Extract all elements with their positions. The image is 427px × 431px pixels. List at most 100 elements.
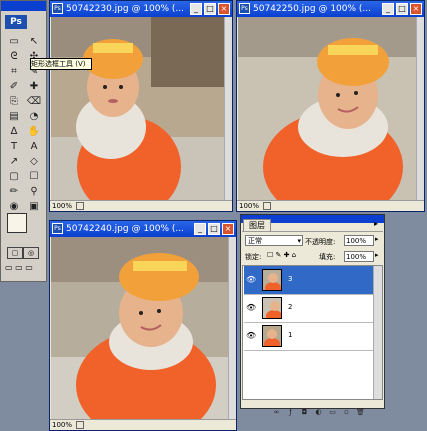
window-titlebar[interactable]: Ps 50742250.jpg @ 100% (... _ □ ×	[237, 1, 424, 17]
minimize-button[interactable]: _	[190, 3, 202, 15]
tool-icon[interactable]: ✋	[25, 125, 43, 139]
document-window-2: Ps 50742250.jpg @ 100% (... _ □ × 100%	[236, 0, 425, 212]
layer-name: 1	[288, 331, 293, 339]
maximize-button[interactable]: □	[204, 3, 216, 15]
eye-icon[interactable]: 👁	[246, 303, 256, 313]
tool-icon[interactable]: ↗	[5, 155, 23, 169]
tool-icon[interactable]: ∆	[5, 125, 23, 139]
delete-layer-icon[interactable]: 🗑	[355, 407, 366, 418]
window-titlebar[interactable]: Ps 50742230.jpg @ 100% (... _ □ ×	[50, 1, 232, 17]
window-titlebar[interactable]: Ps 50742240.jpg @ 100% (... _ □ ×	[50, 221, 236, 237]
layer-row-1[interactable]: 👁 1	[244, 322, 374, 351]
close-button[interactable]: ×	[410, 3, 422, 15]
fill-arrow-icon[interactable]: ▸	[375, 251, 379, 259]
screen-mode-icons[interactable]: ▭ ▭ ▭	[5, 263, 43, 273]
tool-icon[interactable]: ↖	[25, 35, 43, 49]
quickmask-mode-icon[interactable]: ◎	[23, 247, 39, 259]
layers-scrollbar[interactable]	[373, 266, 382, 399]
panel-bottom-toolbar: ∞ ƒ ◘ ◐ ▭ ▫ 🗑	[271, 399, 369, 418]
tool-icon[interactable]: ▣	[25, 200, 43, 214]
tool-icon[interactable]: A	[25, 140, 43, 154]
adjustment-layer-icon[interactable]: ◐	[313, 407, 324, 418]
document-icon: Ps	[239, 3, 250, 14]
tool-icon[interactable]: T	[5, 140, 23, 154]
layer-row-3[interactable]: 👁 3	[244, 266, 374, 295]
layers-panel: 图层 ▸ 正常 ▾ 不透明度: 100% ▸ 锁定: ☐ ✎ ✚ ⌂ 填充: 1…	[240, 214, 385, 416]
layer-thumbnail	[262, 325, 282, 347]
toolbox-titlebar[interactable]	[1, 1, 46, 11]
layer-style-icon[interactable]: ƒ	[285, 407, 296, 418]
window-title: 50742240.jpg @ 100% (...	[66, 224, 185, 234]
divider	[242, 231, 383, 232]
tool-icon[interactable]: ⌫	[25, 95, 43, 109]
doc-info-icon[interactable]	[263, 202, 272, 210]
lock-label: 锁定:	[245, 253, 262, 261]
document-icon: Ps	[52, 223, 63, 234]
document-icon: Ps	[52, 3, 63, 14]
status-bar: 100%	[50, 419, 236, 430]
zoom-level[interactable]: 100%	[52, 421, 72, 429]
doc-info-icon[interactable]	[76, 202, 85, 210]
document-canvas[interactable]	[51, 17, 225, 201]
layer-row-2[interactable]: 👁 2	[244, 294, 374, 323]
tool-icon[interactable]: ▢	[5, 170, 23, 184]
minimize-button[interactable]: _	[382, 3, 394, 15]
blend-mode-value: 正常	[248, 237, 262, 245]
eye-icon[interactable]: 👁	[246, 275, 256, 285]
tool-icon[interactable]: ◔	[25, 110, 43, 124]
fill-input[interactable]: 100%	[344, 251, 374, 262]
tool-icon[interactable]: ⎘	[5, 95, 23, 109]
link-layers-icon[interactable]: ∞	[271, 407, 282, 418]
document-window-3: Ps 50742240.jpg @ 100% (... _ □ × 100%	[49, 220, 237, 431]
opacity-input[interactable]: 100%	[344, 235, 374, 246]
minimize-button[interactable]: _	[194, 223, 206, 235]
new-group-icon[interactable]: ▭	[327, 407, 338, 418]
layer-mask-icon[interactable]: ◘	[299, 407, 310, 418]
vertical-scrollbar[interactable]	[228, 237, 236, 419]
ps-logo: Ps	[5, 15, 27, 29]
tool-icon[interactable]: ✚	[25, 80, 43, 94]
window-title: 50742230.jpg @ 100% (...	[66, 4, 185, 14]
panel-menu-icon[interactable]: ▸	[374, 219, 383, 228]
toolbox: Ps ▭ ↖ ᘓ ✣ ⌗ ✎ ✐ ✚ ⎘ ⌫ ▤ ◔ ∆ ✋ T A ↗ ◇ ▢ ☐ ✏ ⚲ ◉ ▣ ▢ ◎ ▭ ▭ ▭	[0, 0, 47, 282]
opacity-label: 不透明度:	[305, 238, 336, 246]
opacity-arrow-icon[interactable]: ▸	[375, 235, 379, 243]
close-button[interactable]: ×	[218, 3, 230, 15]
status-bar: 100%	[237, 200, 424, 211]
window-title: 50742250.jpg @ 100% (...	[253, 4, 372, 14]
vertical-scrollbar[interactable]	[416, 17, 424, 201]
vertical-scrollbar[interactable]	[224, 17, 232, 201]
close-button[interactable]: ×	[222, 223, 234, 235]
document-window-1: Ps 50742230.jpg @ 100% (... _ □ × 100%	[49, 0, 233, 212]
tool-icon[interactable]: ▭	[5, 35, 23, 49]
zoom-level[interactable]: 100%	[239, 202, 259, 210]
tool-icon[interactable]: ✐	[5, 80, 23, 94]
layer-thumbnail	[262, 297, 282, 319]
layer-thumbnail	[262, 269, 282, 291]
foreground-color-swatch[interactable]	[7, 213, 27, 233]
tool-icon[interactable]: ⚲	[25, 185, 43, 199]
blend-mode-select[interactable]: 正常 ▾	[245, 235, 303, 246]
tool-tooltip: 矩形选框工具 (V)	[30, 58, 92, 70]
tool-icon[interactable]: ◇	[25, 155, 43, 169]
tool-icon[interactable]: ᘓ	[5, 50, 23, 64]
tool-icon[interactable]: ▤	[5, 110, 23, 124]
standard-mode-icon[interactable]: ▢	[7, 247, 23, 259]
tool-icon[interactable]: ☐	[25, 170, 43, 184]
layer-name: 2	[288, 303, 293, 311]
maximize-button[interactable]: □	[208, 223, 220, 235]
tool-icon[interactable]: ◉	[5, 200, 23, 214]
maximize-button[interactable]: □	[396, 3, 408, 15]
document-canvas[interactable]	[51, 237, 235, 419]
fill-label: 填充:	[319, 253, 336, 261]
status-bar: 100%	[50, 200, 232, 211]
zoom-level[interactable]: 100%	[52, 202, 72, 210]
lock-icons[interactable]: ☐ ✎ ✚ ⌂	[267, 251, 296, 259]
document-canvas[interactable]	[238, 17, 417, 201]
layer-name: 3	[288, 275, 293, 283]
new-layer-icon[interactable]: ▫	[341, 407, 352, 418]
tool-icon[interactable]: ✏	[5, 185, 23, 199]
tool-icon[interactable]: ⌗	[5, 65, 23, 79]
doc-info-icon[interactable]	[76, 421, 85, 429]
eye-icon[interactable]: 👁	[246, 331, 256, 341]
